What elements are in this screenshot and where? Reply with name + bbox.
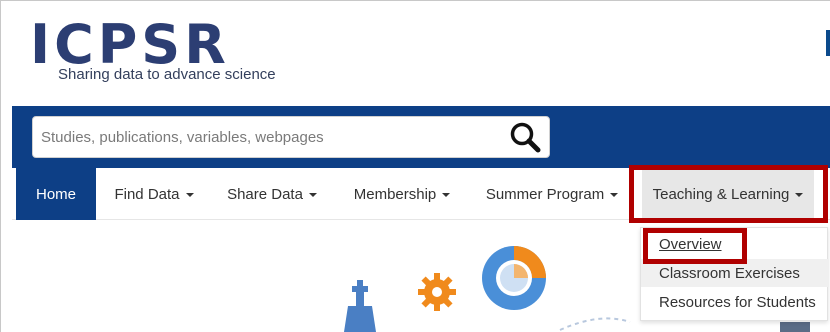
gear-icon [418,273,456,311]
dropdown-item-resources-for-students[interactable]: Resources for Students [641,288,829,316]
caret-down-icon [795,193,804,197]
dropdown-item-classroom-exercises[interactable]: Classroom Exercises [641,259,829,287]
logo-wordmark: ICPSR [30,13,230,76]
donut-chart-icon [482,246,546,310]
nav-summer-program-label: Summer Program [485,185,605,203]
nav-teaching-learning[interactable]: Teaching & Learning [642,168,814,220]
nav-teaching-learning-label: Teaching & Learning [652,185,790,203]
nav-share-data-label: Share Data [227,185,303,203]
caret-down-icon [610,193,619,197]
search-icon [510,122,541,153]
main-nav: Home Find Data Share Data Membership Sum… [12,168,830,220]
teaching-learning-dropdown: Overview Classroom Exercises Resources f… [640,227,829,321]
nav-home[interactable]: Home [16,168,96,220]
dropdown-item-overview[interactable]: Overview [641,230,829,258]
caret-down-icon [185,193,194,197]
nav-share-data[interactable]: Share Data [227,168,317,220]
dashed-path-decoration [559,317,631,331]
caret-down-icon [308,193,317,197]
decor-block [780,322,810,332]
caret-down-icon [442,193,451,197]
search-band [12,106,830,168]
search-input[interactable] [41,117,501,157]
search-button[interactable] [507,120,543,154]
nav-find-data[interactable]: Find Data [114,168,194,220]
nav-membership[interactable]: Membership [352,168,452,220]
chess-piece-icon [344,280,376,332]
nav-membership-label: Membership [353,185,437,203]
nav-summer-program[interactable]: Summer Program [485,168,619,220]
logo-tagline: Sharing data to advance science [58,66,276,83]
nav-find-data-label: Find Data [114,185,180,203]
search-box [32,116,550,158]
nav-home-label: Home [35,185,76,203]
icpsr-logo[interactable]: ICPSR Sharing data to advance science [30,13,276,84]
header-edge-element [826,30,830,56]
